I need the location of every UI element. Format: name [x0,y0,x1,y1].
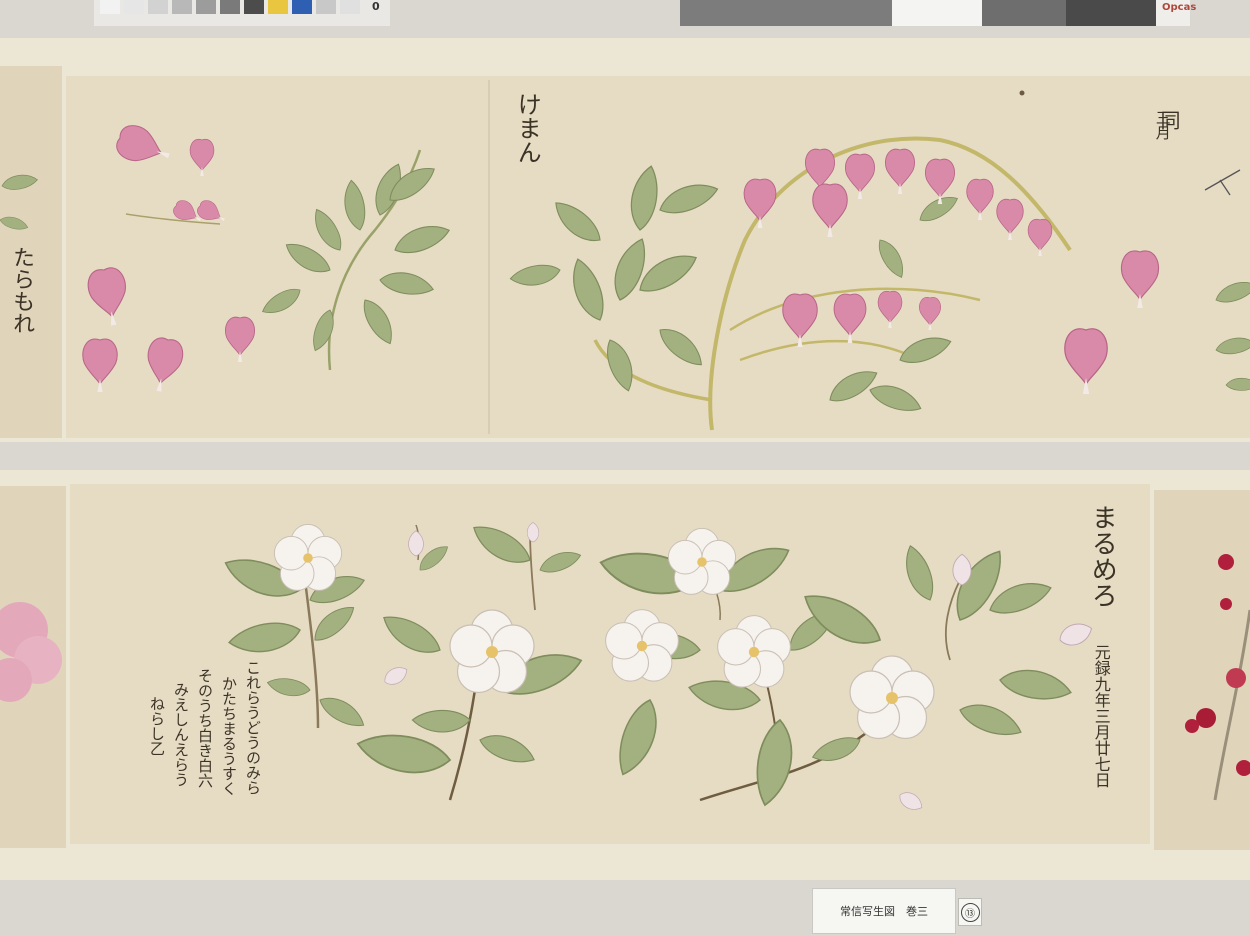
page-number: ⑬ [960,902,980,922]
plant-name-keman: けまん [513,92,542,164]
bleeding-heart-plant [508,136,1160,431]
left-edge-leaves [0,172,39,233]
note-line-5: ねらし乙 [148,696,166,756]
note-inscription: これらうどうのみら かたちまるうすく そのうち白き白六 みえしんえらう ねらし乙 [140,660,262,820]
caption-title: 常信写生図 巻三 [840,905,928,918]
date-inscription: 元録九年三月廿七日 [1091,644,1111,788]
plum-blossom-fragment [1185,554,1250,801]
leafy-plant [258,149,453,371]
note-line-1: これらうどうのみら [244,660,262,795]
right-edge-leaves [1204,169,1250,391]
annotation-third-month: 三月 [1153,110,1172,140]
page-number-badge: ⑬ [958,898,982,926]
ink-speck [1019,90,1025,96]
note-line-2: かたちまるうすく [220,676,238,796]
note-line-3: そのうち白き白六 [196,668,214,788]
quince-branch-center [353,517,587,801]
archive-caption-card: 常信写生図 巻三 [812,888,956,934]
plant-name-marumero: まるめろ [1087,504,1118,608]
quince-branch-far-right [795,542,1096,768]
pink-petal-fragment [0,602,62,702]
plant-name-left: たらもれ [9,246,35,334]
pink-flower-sketches [82,120,256,395]
note-line-4: みえしんえらう [172,682,190,787]
